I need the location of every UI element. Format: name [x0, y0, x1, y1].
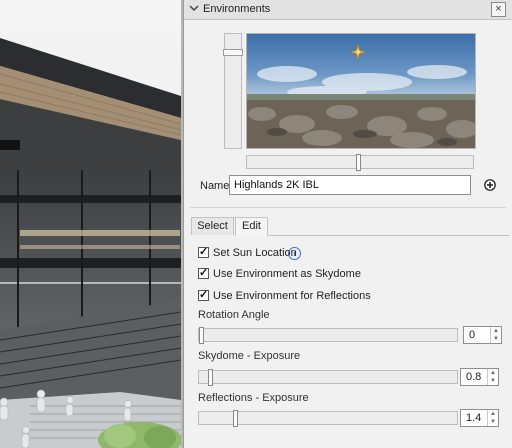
environment-name-input[interactable] — [229, 175, 471, 195]
spin-up-icon[interactable]: ▲ — [488, 369, 498, 377]
rotation-angle-label: Rotation Angle — [198, 309, 270, 321]
tab-underline — [268, 235, 509, 236]
skydome-spin-arrows[interactable]: ▲ ▼ — [487, 369, 498, 385]
environments-panel: Environments × Name Highlands 2K IBL Sel… — [183, 0, 512, 448]
add-environment-icon[interactable] — [484, 179, 496, 191]
set-sun-location-label[interactable]: Set Sun Location — [213, 247, 297, 259]
sun-position-icon[interactable] — [350, 44, 366, 60]
spin-up-icon[interactable]: ▲ — [488, 410, 498, 418]
reflections-exposure-slider[interactable] — [198, 410, 458, 427]
skydome-exposure-value[interactable]: 0.8 — [466, 371, 481, 383]
viewport-render — [0, 0, 181, 448]
3d-viewport[interactable] — [0, 0, 181, 448]
rotation-slider-thumb[interactable] — [199, 327, 204, 344]
skydome-slider-thumb[interactable] — [208, 369, 213, 386]
rotation-angle-slider[interactable] — [198, 327, 458, 344]
skydome-exposure-label: Skydome - Exposure — [198, 350, 301, 362]
use-as-skydome-checkbox[interactable] — [198, 266, 209, 279]
use-for-reflections-label[interactable]: Use Environment for Reflections — [213, 290, 371, 302]
environment-horizontal-slider[interactable] — [246, 154, 474, 171]
chevron-down-icon[interactable] — [189, 3, 201, 15]
horizontal-slider-thumb[interactable] — [356, 154, 361, 171]
panel-title: Environments — [203, 3, 271, 15]
name-label: Name — [200, 180, 230, 192]
tab-edit[interactable]: Edit — [235, 217, 268, 236]
use-for-reflections-checkbox[interactable] — [198, 288, 209, 301]
spin-down-icon[interactable]: ▼ — [488, 377, 498, 385]
rotation-angle-value[interactable]: 0 — [469, 329, 475, 341]
reflections-exposure-label: Reflections - Exposure — [198, 392, 309, 404]
use-as-skydome-label[interactable]: Use Environment as Skydome — [213, 268, 361, 280]
rotation-angle-spinbox[interactable]: 0 ▲ ▼ — [463, 326, 502, 344]
info-icon[interactable]: i — [288, 247, 301, 260]
spin-down-icon[interactable]: ▼ — [488, 418, 498, 426]
tab-select[interactable]: Select — [191, 217, 234, 235]
spin-up-icon[interactable]: ▲ — [491, 327, 501, 335]
skydome-exposure-slider[interactable] — [198, 369, 458, 386]
close-icon[interactable]: × — [491, 2, 506, 17]
rotation-spin-arrows[interactable]: ▲ ▼ — [490, 327, 501, 343]
reflections-slider-thumb[interactable] — [233, 410, 238, 427]
section-divider — [190, 207, 506, 208]
panel-titlebar[interactable]: Environments × — [184, 0, 512, 20]
reflections-spin-arrows[interactable]: ▲ ▼ — [487, 410, 498, 426]
set-sun-location-checkbox[interactable] — [198, 245, 209, 258]
vertical-slider-thumb[interactable] — [223, 49, 243, 56]
environment-preview-image[interactable] — [246, 33, 476, 149]
reflections-exposure-value[interactable]: 1.4 — [466, 412, 481, 424]
spin-down-icon[interactable]: ▼ — [491, 335, 501, 343]
environment-vertical-slider[interactable] — [223, 33, 243, 149]
skydome-exposure-spinbox[interactable]: 0.8 ▲ ▼ — [460, 368, 499, 386]
reflections-exposure-spinbox[interactable]: 1.4 ▲ ▼ — [460, 409, 499, 427]
